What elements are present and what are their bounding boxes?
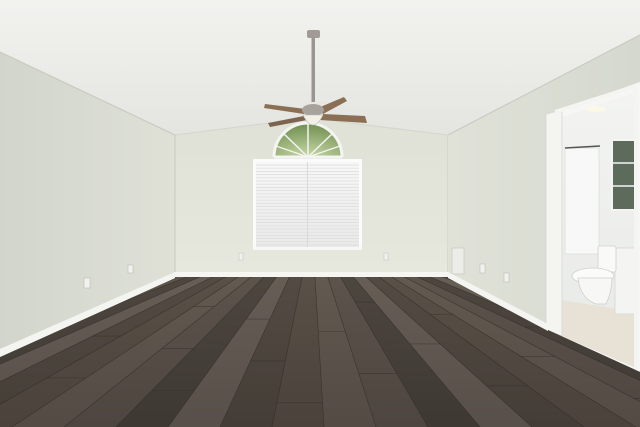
outlet-left [83,277,91,289]
outlet-back-2 [383,252,389,261]
outlet-back [238,252,244,261]
outlet-left-2 [127,264,134,274]
floor-vent [451,247,465,275]
bathroom-window [611,139,637,211]
room-photo [0,0,640,427]
fan-downrod [311,38,315,102]
vanity-cabinet [614,247,637,315]
outlet-right [479,263,486,274]
fan-motor [302,104,324,116]
outlet-right-2 [503,272,510,283]
room-illustration [0,0,640,427]
fan-mount [307,30,320,38]
bathroom-light [586,106,606,112]
window-with-blinds [253,159,362,250]
door-frame [545,109,563,337]
shower-curtain [564,147,600,255]
bathroom-doorway [545,82,640,372]
